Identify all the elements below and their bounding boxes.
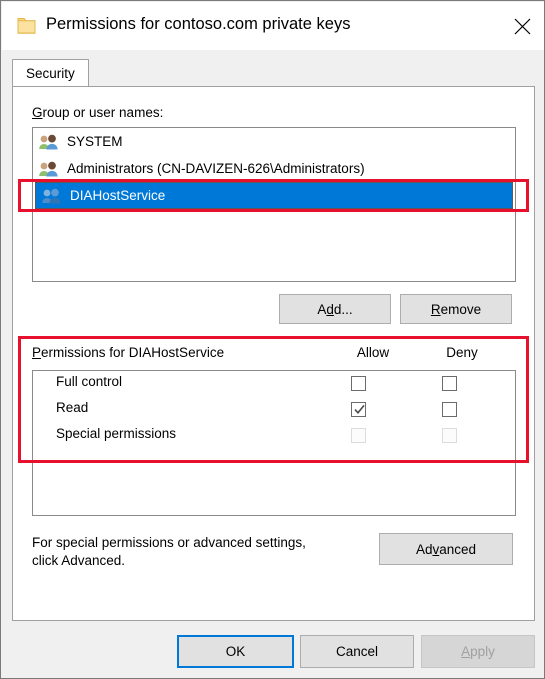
- deny-checkbox-full-control[interactable]: [442, 376, 457, 391]
- permissions-title-subject: DIAHostService: [128, 345, 225, 360]
- cancel-button[interactable]: Cancel: [300, 635, 414, 668]
- close-icon[interactable]: [499, 2, 544, 50]
- advanced-hint-line1: For special permissions or advanced sett…: [32, 535, 306, 550]
- permissions-dialog: Permissions for contoso.com private keys…: [0, 0, 545, 679]
- list-item-label: Administrators (CN-DAVIZEN-626\Administr…: [67, 161, 365, 176]
- ok-button[interactable]: OK: [177, 635, 294, 668]
- permissions-listbox[interactable]: Full control Read Special permissions: [32, 370, 516, 516]
- users-group-icon: [38, 133, 60, 151]
- advanced-hint-line2: click Advanced.: [32, 553, 126, 568]
- list-item-selected[interactable]: DIAHostService: [35, 182, 513, 209]
- permission-name: Special permissions: [56, 426, 177, 441]
- folder-icon: [17, 17, 36, 35]
- permission-name: Read: [56, 400, 89, 415]
- permission-row: Full control: [33, 371, 515, 397]
- remove-button[interactable]: Remove: [400, 294, 512, 324]
- ok-button-label: OK: [225, 644, 246, 659]
- list-item[interactable]: SYSTEM: [33, 128, 515, 155]
- permission-name: Full control: [56, 374, 123, 389]
- title-bar: Permissions for contoso.com private keys: [2, 2, 544, 50]
- permission-row: Read: [33, 397, 515, 423]
- group-or-user-names-label: Group or user names:: [32, 105, 163, 120]
- group-label-rest: roup or user names:: [42, 105, 164, 120]
- apply-button: Apply: [421, 635, 535, 668]
- allow-checkbox-read[interactable]: [351, 402, 366, 417]
- allow-checkbox-special-permissions: [351, 428, 366, 443]
- window-title: Permissions for contoso.com private keys: [46, 15, 351, 33]
- users-group-icon: [38, 160, 60, 178]
- tab-security[interactable]: Security: [12, 59, 89, 87]
- users-group-icon: [41, 187, 63, 205]
- remove-button-label: Remove: [430, 301, 482, 317]
- group-label-accesskey: G: [32, 105, 43, 120]
- group-or-user-names-listbox[interactable]: SYSTEM Administrators (CN-DAVIZEN-626\Ad…: [32, 127, 516, 282]
- apply-button-label: Apply: [461, 644, 495, 659]
- list-item-label: SYSTEM: [67, 134, 123, 149]
- add-button[interactable]: Add...: [279, 294, 391, 324]
- permission-row: Special permissions: [33, 423, 515, 449]
- cancel-button-label: Cancel: [335, 644, 379, 659]
- list-item-label: DIAHostService: [70, 188, 166, 203]
- allow-column-header: Allow: [356, 345, 390, 360]
- deny-column-header: Deny: [446, 345, 478, 360]
- list-item[interactable]: Administrators (CN-DAVIZEN-626\Administr…: [33, 155, 515, 182]
- allow-checkbox-full-control[interactable]: [351, 376, 366, 391]
- advanced-button[interactable]: Advanced: [379, 533, 513, 565]
- permissions-header-row: Permissions for DIAHostService Allow Den…: [32, 345, 516, 365]
- tab-strip: Security: [12, 59, 535, 87]
- permissions-title-rest: ermissions for: [41, 345, 129, 360]
- checkmark-icon: [354, 404, 365, 415]
- advanced-hint-text: For special permissions or advanced sett…: [32, 534, 362, 570]
- permissions-for-label: Permissions for DIAHostService: [32, 345, 225, 360]
- deny-checkbox-special-permissions: [442, 428, 457, 443]
- advanced-button-label: Advanced: [415, 541, 477, 557]
- add-button-label: Add...: [317, 301, 353, 317]
- tab-security-label: Security: [26, 66, 75, 81]
- deny-checkbox-read[interactable]: [442, 402, 457, 417]
